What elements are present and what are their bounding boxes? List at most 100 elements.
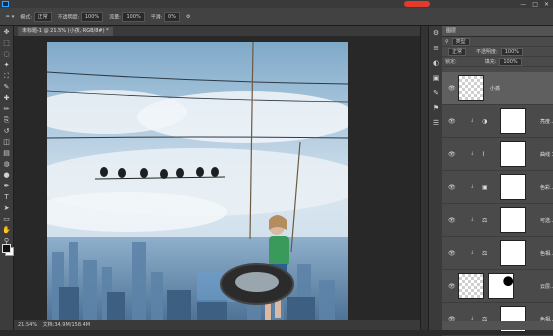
layer-mask-thumbnail[interactable]	[500, 141, 526, 167]
maximize-icon[interactable]: □	[532, 1, 538, 8]
minimize-icon[interactable]: —	[520, 1, 526, 8]
eye-icon[interactable]: 👁	[448, 118, 456, 125]
mode-label: 模式:	[20, 14, 32, 20]
hand-icon[interactable]: ✋	[2, 226, 12, 235]
close-icon[interactable]: ✕	[544, 1, 549, 8]
layer-name[interactable]: 曲线 1	[540, 151, 553, 158]
clip-icon: ↓	[470, 184, 475, 190]
layer-name[interactable]: 色彩...	[540, 184, 553, 191]
notification-badge[interactable]	[404, 1, 430, 7]
smoothing-label: 平滑:	[150, 14, 163, 20]
gradient-icon[interactable]: ▤	[2, 149, 12, 158]
shape-icon[interactable]: ▭	[2, 215, 12, 224]
layer-row[interactable]: 👁 ⌇ ↓ 曲线 1	[442, 138, 553, 171]
lock-row: 锁定: 填充: 100%	[442, 57, 553, 67]
adjustment-icon: ⚖	[482, 250, 488, 257]
eye-icon[interactable]: 👁	[448, 250, 456, 257]
eye-icon[interactable]: 👁	[448, 217, 456, 224]
move-icon[interactable]: ✥	[2, 28, 12, 37]
clip-icon: ↓	[470, 250, 475, 256]
text-icon[interactable]: T	[2, 193, 12, 202]
dock-panel-icon[interactable]: ✎	[431, 89, 441, 98]
search-icon: ⚲	[445, 38, 449, 45]
lasso-icon[interactable]: ◌	[2, 50, 12, 59]
dock-panel-icon[interactable]: ▣	[431, 74, 441, 83]
eye-icon[interactable]: 👁	[448, 151, 456, 158]
dock-panel-icon[interactable]: ◐	[431, 59, 441, 68]
opacity-label: 不透明度:	[57, 14, 80, 20]
dock-panel-icon[interactable]: ⚑	[431, 104, 441, 113]
smoothing-input[interactable]: 0%	[164, 11, 180, 22]
adjustment-icon: ⚖	[482, 217, 488, 224]
layer-row[interactable]: 👁 云层...	[442, 270, 553, 303]
document-tab[interactable]: 未标题-1 @ 21.5% (小孩, RGB/8#) *	[18, 27, 113, 36]
layer-name[interactable]: 可选...	[540, 217, 553, 224]
layers-panel-footer	[442, 321, 553, 330]
eraser-icon[interactable]: ◫	[2, 138, 12, 147]
brush-icon[interactable]: ✏	[2, 105, 12, 114]
layer-mask-thumbnail[interactable]	[500, 174, 526, 200]
layer-mask-thumbnail[interactable]	[488, 273, 514, 299]
brush-preset-icon[interactable]: ✏ ▾	[6, 14, 14, 20]
opacity-input[interactable]: 100%	[80, 11, 104, 22]
layer-row[interactable]: 👁 ▣ ↓ 色彩...	[442, 171, 553, 204]
layer-name[interactable]: 小孩	[490, 85, 500, 92]
dock-panel-icon[interactable]: ⚙	[431, 29, 441, 38]
layer-thumbnail	[458, 75, 484, 101]
layer-row[interactable]: 👁 小孩	[442, 72, 553, 105]
blend-mode-select[interactable]: 正常	[448, 47, 467, 56]
layers-panel-title[interactable]: 图层	[442, 26, 553, 37]
mode-select[interactable]: 正常	[33, 11, 52, 22]
layer-thumbnail	[458, 273, 484, 299]
toolbox: ✥ ⬚ ◌ ✦ ⛶ ✎ ✚ ✏ ⎘ ↺ ◫ ▤ ◍ ● ✒ T ➤ ▭ ✋ ⚲	[0, 26, 14, 330]
opacity-option[interactable]: 不透明度: 100%	[57, 11, 104, 22]
eyedropper-icon[interactable]: ✎	[2, 83, 12, 92]
flow-input[interactable]: 100%	[122, 11, 145, 22]
path-select-icon[interactable]: ➤	[2, 204, 12, 213]
composite-photo	[47, 42, 348, 325]
window-controls: — □ ✕	[520, 0, 549, 8]
healing-icon[interactable]: ✚	[2, 94, 12, 103]
settings-gear-icon[interactable]: ⚙	[186, 14, 190, 20]
flow-option[interactable]: 流量: 100%	[109, 11, 145, 22]
clip-icon: ↓	[470, 217, 475, 223]
blend-mode-row: 正常 不透明度: 100%	[442, 47, 553, 57]
opacity-label: 不透明度:	[476, 49, 498, 55]
fill-input[interactable]: 100%	[499, 57, 522, 66]
history-brush-icon[interactable]: ↺	[2, 127, 12, 136]
blur-icon[interactable]: ◍	[2, 160, 12, 169]
smoothing-option[interactable]: 平滑: 0%	[150, 11, 180, 22]
magic-wand-icon[interactable]: ✦	[2, 61, 12, 70]
dock-panel-icon[interactable]: ☰	[431, 119, 441, 128]
layer-name[interactable]: 云层...	[540, 283, 553, 290]
layer-name[interactable]: 亮度...	[540, 118, 553, 125]
layer-filter-row: ⚲ 类型	[442, 37, 553, 47]
layer-row[interactable]: 👁⚖↓色相...	[442, 303, 553, 336]
dodge-icon[interactable]: ●	[2, 171, 12, 180]
layer-row[interactable]: 👁 ⚖ ↓ 色相...	[442, 237, 553, 270]
layer-row[interactable]: 👁 ⚖ ↓ 可选...	[442, 204, 553, 237]
layer-row[interactable]: 👁 ◑ ↓ 亮度...	[442, 105, 553, 138]
layer-mask-thumbnail[interactable]	[500, 108, 526, 134]
layer-opacity-input[interactable]: 100%	[500, 47, 523, 56]
eye-icon[interactable]: 👁	[448, 85, 456, 92]
flow-label: 流量:	[109, 14, 121, 20]
eye-icon[interactable]: 👁	[448, 283, 456, 290]
layer-mask-thumbnail[interactable]	[500, 207, 526, 233]
title-bar: — □ ✕	[0, 0, 553, 8]
eye-icon[interactable]: 👁	[448, 184, 456, 191]
layer-filter-select[interactable]: 类型	[451, 37, 470, 46]
canvas-image[interactable]	[47, 42, 348, 325]
layer-name[interactable]: 色相...	[540, 250, 553, 257]
adjustment-icon: ⌇	[482, 151, 485, 158]
crop-icon[interactable]: ⛶	[2, 72, 12, 81]
foreground-color-swatch[interactable]	[2, 244, 11, 253]
zoom-level[interactable]: 21.54%	[18, 322, 37, 328]
stamp-icon[interactable]: ⎘	[2, 116, 12, 125]
photoshop-logo-icon	[2, 1, 9, 7]
marquee-icon[interactable]: ⬚	[2, 39, 12, 48]
layer-mask-thumbnail[interactable]	[500, 240, 526, 266]
pen-icon[interactable]: ✒	[2, 182, 12, 191]
dock-panel-icon[interactable]: ≡	[431, 44, 441, 53]
mode-option[interactable]: 模式: 正常	[20, 11, 52, 22]
